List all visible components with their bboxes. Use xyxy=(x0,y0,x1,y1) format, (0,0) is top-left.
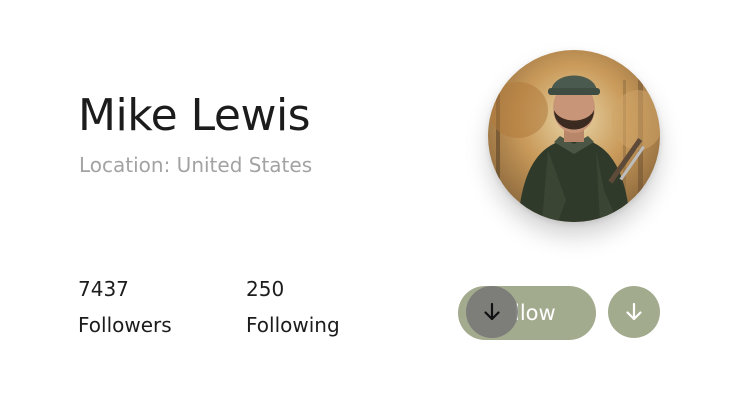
profile-card: Mike Lewis Location: United States 7437 … xyxy=(0,0,740,416)
followers-label: Followers xyxy=(78,313,172,337)
following-count: 250 xyxy=(246,277,285,301)
avatar-photo xyxy=(488,50,660,222)
download-button[interactable] xyxy=(608,286,660,338)
follow-button-label: llow xyxy=(514,301,556,325)
following-label: Following xyxy=(246,313,340,337)
avatar xyxy=(488,50,660,222)
profile-name: Mike Lewis xyxy=(78,90,311,141)
arrow-down-icon xyxy=(626,302,642,321)
followers-count: 7437 xyxy=(78,277,129,301)
follow-button-knob[interactable] xyxy=(466,286,518,338)
arrow-down-icon xyxy=(484,302,500,321)
profile-location: Location: United States xyxy=(79,153,313,177)
